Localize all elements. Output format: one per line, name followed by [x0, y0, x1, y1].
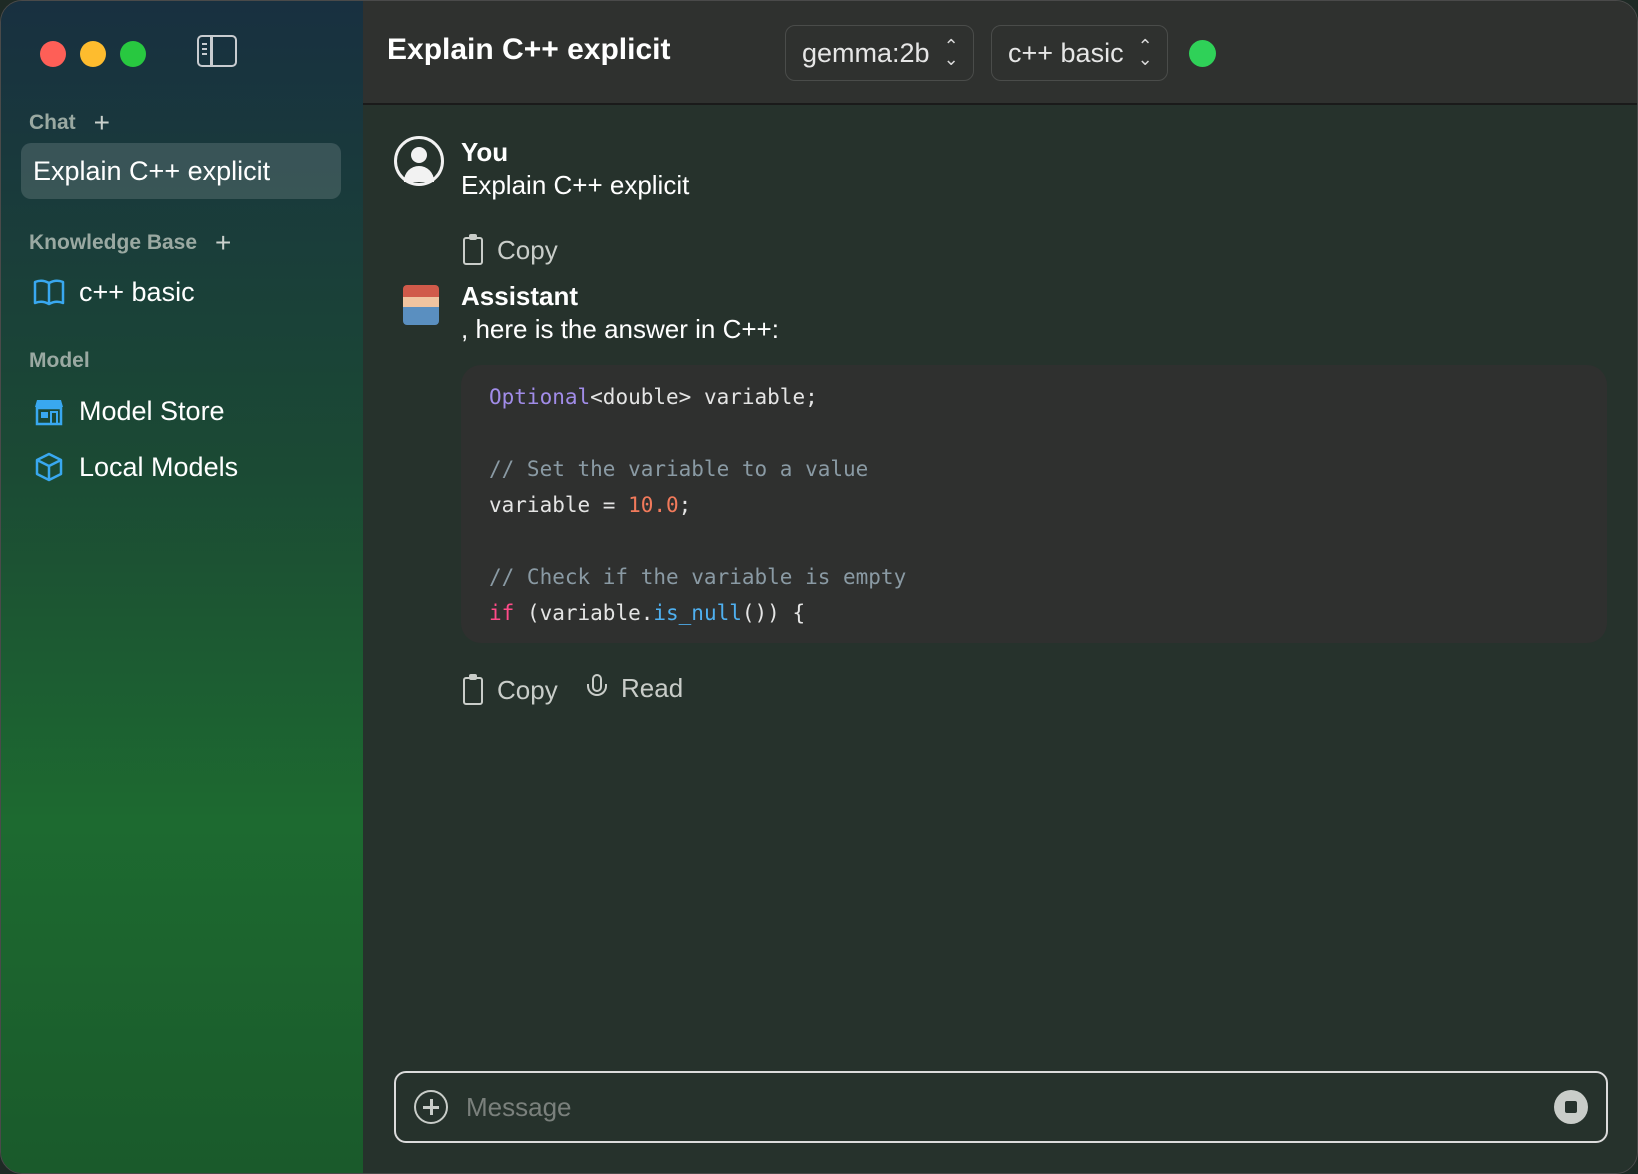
- page-title: Explain C++ explicit: [387, 33, 671, 66]
- message-input[interactable]: [466, 1091, 1554, 1123]
- sidebar-item-label: c++ basic: [79, 276, 195, 307]
- clipboard-icon: [463, 673, 483, 705]
- code-number-token: 10.0: [628, 493, 679, 517]
- store-icon: [33, 395, 65, 427]
- code-comment: // Check if the variable is empty: [489, 565, 907, 589]
- message-text: , here is the answer in C++:: [461, 314, 779, 344]
- chat-section-label: Chat: [29, 111, 76, 134]
- zoom-window-button[interactable]: [120, 41, 146, 67]
- code-keyword-token: if: [489, 601, 515, 625]
- clipboard-icon: [463, 233, 483, 265]
- knowledge-base-picker[interactable]: c++ basic ⌃ ⌄: [991, 25, 1168, 81]
- copy-button[interactable]: Copy: [463, 673, 558, 706]
- add-attachment-icon[interactable]: [414, 1090, 448, 1124]
- model-section-label: Model: [29, 349, 90, 372]
- code-line: variable = 10.0;: [489, 493, 692, 517]
- code-line: Optional<double> variable;: [489, 385, 818, 409]
- kb-section-label: Knowledge Base: [29, 231, 198, 254]
- sidebar-item-label: Explain C++ explicit: [33, 155, 271, 186]
- microphone-icon: [587, 673, 607, 704]
- new-kb-plus-icon[interactable]: +: [215, 229, 231, 257]
- kb-section-header: Knowledge Base +: [29, 229, 231, 257]
- sidebar-item-local-models[interactable]: Local Models: [21, 439, 341, 495]
- sidebar: Chat + Explain C++ explicit Knowledge Ba…: [1, 1, 363, 1173]
- sidebar-item-chat[interactable]: Explain C++ explicit: [21, 143, 341, 199]
- sidebar-item-model-store[interactable]: Model Store: [21, 383, 341, 439]
- read-aloud-button[interactable]: Read: [587, 673, 683, 704]
- code-block: Optional<double> variable; // Set the va…: [461, 365, 1607, 643]
- chat-section-header: Chat +: [29, 109, 110, 137]
- assistant-avatar: [403, 285, 439, 325]
- model-picker-value: gemma:2b: [802, 37, 930, 68]
- chevron-updown-icon: ⌃ ⌄: [943, 36, 959, 69]
- model-section-header: Model: [29, 349, 90, 373]
- app-window: Chat + Explain C++ explicit Knowledge Ba…: [0, 0, 1638, 1174]
- new-chat-plus-icon[interactable]: +: [94, 109, 110, 137]
- cube-icon: [33, 451, 65, 483]
- window-controls: [40, 41, 146, 67]
- book-icon: [33, 276, 65, 308]
- code-function-token: is_null: [653, 601, 742, 625]
- close-window-button[interactable]: [40, 41, 66, 67]
- model-picker[interactable]: gemma:2b ⌃ ⌄: [785, 25, 974, 81]
- kb-picker-value: c++ basic: [1008, 37, 1124, 68]
- message-role: Assistant: [461, 281, 579, 311]
- sidebar-toggle-icon[interactable]: [197, 35, 237, 67]
- copy-label: Copy: [497, 235, 558, 265]
- chat-area: You Explain C++ explicit Copy Assistant …: [363, 107, 1637, 1173]
- user-avatar-icon: [394, 136, 444, 186]
- message-text: Explain C++ explicit: [461, 170, 690, 200]
- code-type-token: Optional: [489, 385, 591, 409]
- chevron-updown-icon: ⌃ ⌄: [1137, 36, 1153, 69]
- status-indicator: [1189, 40, 1216, 67]
- code-line: if (variable.is_null()) {: [489, 601, 806, 625]
- sidebar-item-label: Local Models: [79, 451, 239, 482]
- sidebar-item-label: Model Store: [79, 395, 225, 426]
- minimize-window-button[interactable]: [80, 41, 106, 67]
- sidebar-item-kb[interactable]: c++ basic: [21, 264, 341, 320]
- chat-header: Explain C++ explicit gemma:2b ⌃ ⌄ c++ bas…: [363, 1, 1637, 105]
- copy-button[interactable]: Copy: [463, 233, 558, 266]
- message-composer: [394, 1071, 1608, 1143]
- message-role: You: [461, 137, 509, 167]
- copy-label: Copy: [497, 675, 558, 705]
- code-comment: // Set the variable to a value: [489, 457, 869, 481]
- stop-generation-button[interactable]: [1554, 1090, 1588, 1124]
- read-label: Read: [621, 673, 684, 703]
